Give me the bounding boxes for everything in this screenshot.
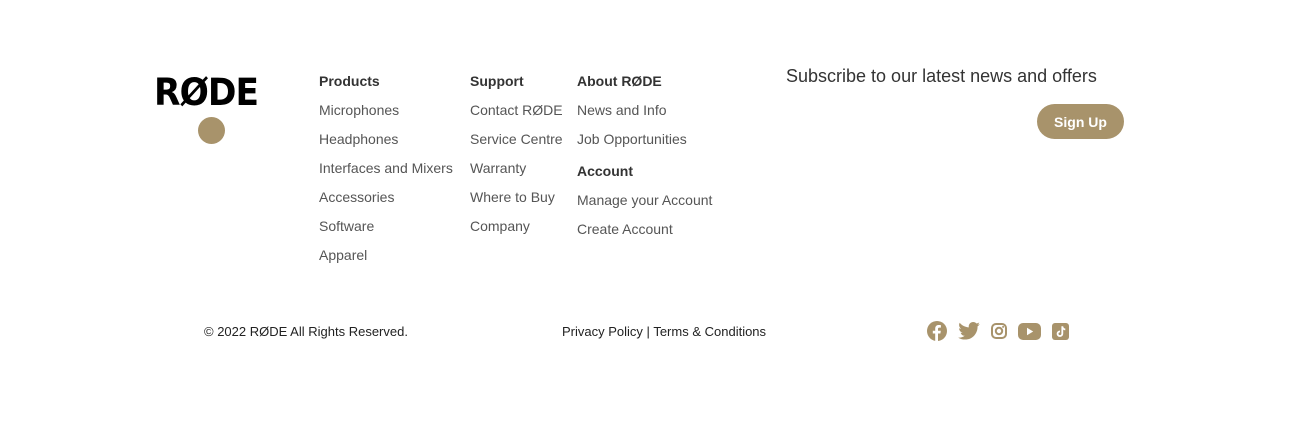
link-microphones[interactable]: Microphones	[319, 102, 399, 118]
link-headphones[interactable]: Headphones	[319, 131, 398, 147]
link-apparel[interactable]: Apparel	[319, 247, 367, 263]
products-heading: Products	[319, 73, 380, 89]
subscribe-title: Subscribe to our latest news and offers	[786, 66, 1097, 86]
facebook-icon[interactable]	[927, 321, 947, 341]
social-links	[927, 320, 1080, 342]
link-where-to-buy[interactable]: Where to Buy	[470, 189, 555, 205]
account-heading: Account	[577, 163, 633, 179]
link-create-account[interactable]: Create Account	[577, 221, 673, 237]
support-heading: Support	[470, 73, 524, 89]
logo-text: RØDE	[154, 71, 259, 114]
link-news-and-info[interactable]: News and Info	[577, 102, 667, 118]
about-heading: About RØDE	[577, 73, 662, 89]
instagram-icon[interactable]	[991, 323, 1007, 339]
link-accessories[interactable]: Accessories	[319, 189, 394, 205]
sign-up-button[interactable]: Sign Up	[1037, 104, 1124, 139]
legal-links: Privacy Policy | Terms & Conditions	[562, 324, 766, 340]
twitter-icon[interactable]	[958, 322, 980, 340]
link-manage-account[interactable]: Manage your Account	[577, 192, 712, 208]
link-warranty[interactable]: Warranty	[470, 160, 526, 176]
privacy-policy-link[interactable]: Privacy Policy	[562, 324, 643, 339]
link-company[interactable]: Company	[470, 218, 530, 234]
legal-separator: |	[646, 324, 650, 339]
rode-logo[interactable]: RØDE	[154, 74, 272, 148]
link-software[interactable]: Software	[319, 218, 374, 234]
link-service-centre[interactable]: Service Centre	[470, 131, 563, 147]
copyright-text: © 2022 RØDE All Rights Reserved.	[204, 324, 408, 339]
link-job-opportunities[interactable]: Job Opportunities	[577, 131, 687, 147]
logo-dot	[198, 117, 225, 144]
youtube-icon[interactable]	[1018, 322, 1041, 340]
about-column: About RØDE News and Info Job Opportuniti…	[577, 72, 712, 238]
link-contact-rode[interactable]: Contact RØDE	[470, 102, 563, 118]
support-column: Support Contact RØDE Service Centre Warr…	[470, 72, 563, 235]
products-column: Products Microphones Headphones Interfac…	[319, 72, 453, 264]
tiktok-icon[interactable]	[1052, 322, 1069, 340]
terms-conditions-link[interactable]: Terms & Conditions	[653, 324, 766, 339]
link-interfaces-and-mixers[interactable]: Interfaces and Mixers	[319, 160, 453, 176]
